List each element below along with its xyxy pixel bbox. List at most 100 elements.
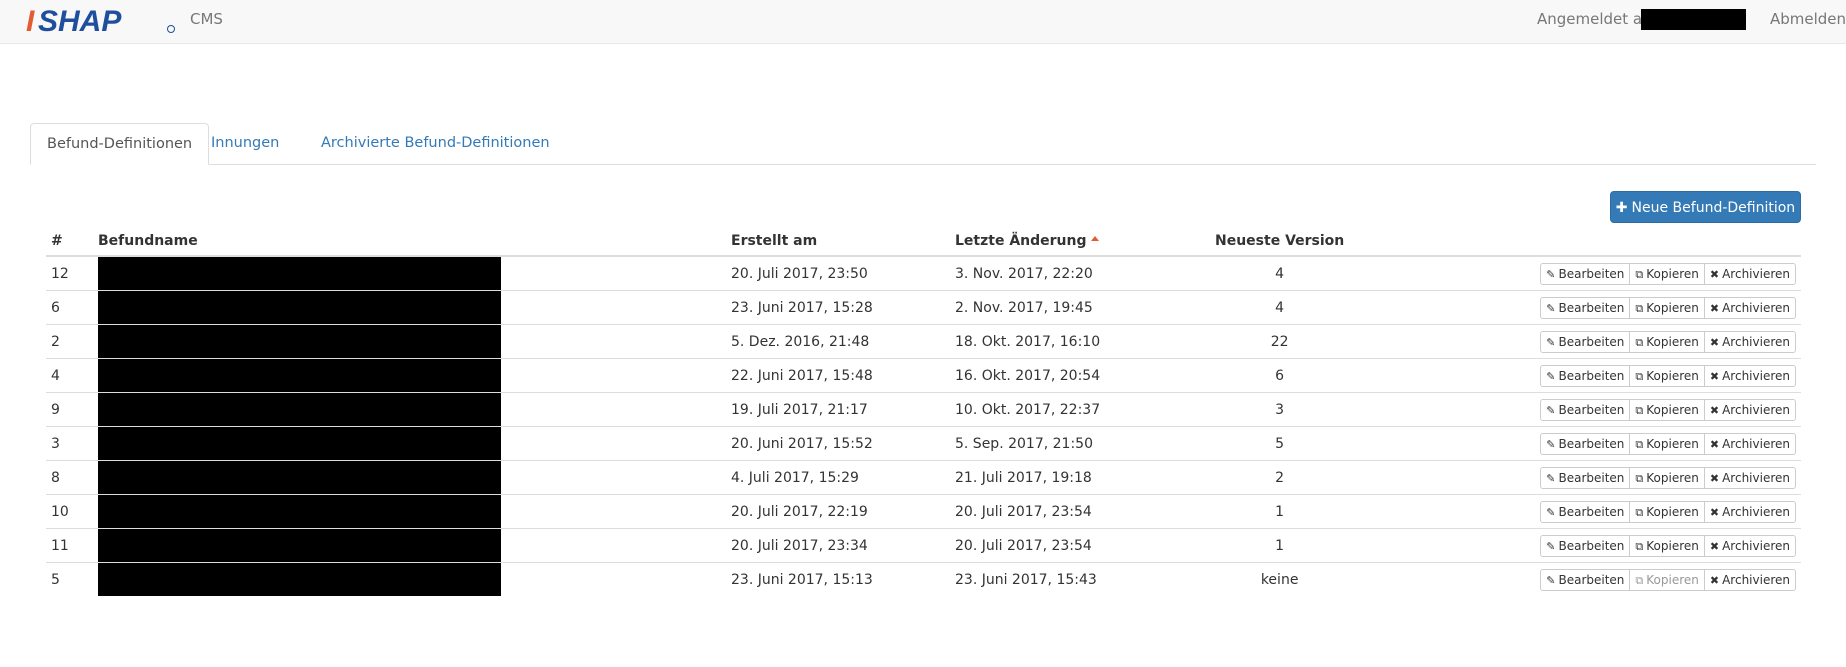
row-created: 5. Dez. 2016, 21:48 <box>726 324 950 359</box>
logout-link[interactable]: Abmelden <box>1770 10 1846 28</box>
edit-icon: ✎ <box>1546 573 1556 587</box>
row-num: 11 <box>46 528 93 563</box>
row-version: 1 <box>1210 494 1350 529</box>
archive-label: Archivieren <box>1722 504 1790 519</box>
row-changed: 10. Okt. 2017, 22:37 <box>950 392 1210 427</box>
logged-in-label: Angemeldet als <box>1537 10 1655 28</box>
archive-button[interactable]: ✖ Archivieren <box>1703 398 1796 421</box>
column-header-changed[interactable]: Letzte Änderung <box>950 226 1210 257</box>
tab-bar: Befund-Definitionen Innungen Archivierte… <box>30 123 1816 165</box>
archive-button[interactable]: ✖ Archivieren <box>1703 568 1796 591</box>
copy-icon: ⧉ <box>1635 505 1644 519</box>
copy-icon: ⧉ <box>1635 335 1644 349</box>
row-actions: ✎ Bearbeiten ⧉ Kopieren ✖ Archivieren <box>1349 562 1801 596</box>
row-num: 5 <box>46 562 93 596</box>
brand-label[interactable]: CMS <box>190 10 223 28</box>
archive-button[interactable]: ✖ Archivieren <box>1703 330 1796 353</box>
edit-label: Bearbeiten <box>1558 266 1625 281</box>
copy-button[interactable]: ⧉ Kopieren <box>1629 398 1705 421</box>
archive-button[interactable]: ✖ Archivieren <box>1703 500 1796 523</box>
row-changed: 23. Juni 2017, 15:43 <box>950 562 1210 596</box>
row-action-group: ✎ Bearbeiten ⧉ Kopieren ✖ Archivieren <box>1540 296 1796 319</box>
tab-archivierte-befund-definitionen[interactable]: Archivierte Befund-Definitionen <box>305 123 566 163</box>
edit-button[interactable]: ✎ Bearbeiten <box>1540 364 1631 387</box>
copy-button[interactable]: ⧉ Kopieren <box>1629 500 1705 523</box>
column-header-version[interactable]: Neueste Version <box>1210 226 1350 257</box>
edit-label: Bearbeiten <box>1558 368 1625 383</box>
archive-button[interactable]: ✖ Archivieren <box>1703 534 1796 557</box>
row-version: 6 <box>1210 358 1350 393</box>
table-header-row: # Befundname Erstellt am Letzte Änderung… <box>46 226 1801 257</box>
row-version: 3 <box>1210 392 1350 427</box>
column-header-num[interactable]: # <box>46 226 93 257</box>
row-name-redacted <box>93 256 726 291</box>
row-changed: 5. Sep. 2017, 21:50 <box>950 426 1210 461</box>
table-row: 3 20. Juni 2017, 15:52 5. Sep. 2017, 21:50… <box>46 426 1801 461</box>
copy-icon: ⧉ <box>1635 437 1644 451</box>
copy-button[interactable]: ⧉ Kopieren <box>1629 534 1705 557</box>
edit-icon: ✎ <box>1546 369 1556 383</box>
copy-button[interactable]: ⧉ Kopieren <box>1629 466 1705 489</box>
copy-button[interactable]: ⧉ Kopieren <box>1629 330 1705 353</box>
tab-innungen[interactable]: Innungen <box>195 123 295 163</box>
row-actions: ✎ Bearbeiten ⧉ Kopieren ✖ Archivieren <box>1349 256 1801 291</box>
redacted-befundname <box>98 291 501 324</box>
archive-label: Archivieren <box>1722 368 1790 383</box>
row-num: 3 <box>46 426 93 461</box>
row-action-group: ✎ Bearbeiten ⧉ Kopieren ✖ Archivieren <box>1540 398 1796 421</box>
copy-icon: ⧉ <box>1635 301 1644 315</box>
row-changed: 3. Nov. 2017, 22:20 <box>955 265 1093 282</box>
close-icon: ✖ <box>1709 267 1720 281</box>
row-num: 4 <box>46 358 93 393</box>
tab-befund-definitionen[interactable]: Befund-Definitionen <box>30 123 210 165</box>
copy-icon: ⧉ <box>1635 539 1644 553</box>
copy-button[interactable]: ⧉ Kopieren <box>1629 364 1705 387</box>
table-row: 9 19. Juli 2017, 21:17 10. Okt. 2017, 22:3… <box>46 392 1801 427</box>
column-header-name[interactable]: Befundname <box>93 226 726 257</box>
row-action-group: ✎ Bearbeiten ⧉ Kopieren ✖ Archivieren <box>1540 364 1796 387</box>
row-created: 20. Juni 2017, 15:52 <box>726 426 950 461</box>
edit-button[interactable]: ✎ Bearbeiten <box>1540 432 1631 455</box>
edit-button[interactable]: ✎ Bearbeiten <box>1540 534 1631 557</box>
row-actions: ✎ Bearbeiten ⧉ Kopieren ✖ Archivieren <box>1349 324 1801 359</box>
copy-label: Kopieren <box>1646 266 1699 281</box>
row-action-group: ✎ Bearbeiten ⧉ Kopieren ✖ Archivieren <box>1540 432 1796 455</box>
new-befund-definition-button[interactable]: ✚ Neue Befund-Definition <box>1610 191 1801 223</box>
archive-button[interactable]: ✖ Archivieren <box>1703 296 1796 319</box>
top-navbar: I SHAP CMS Angemeldet als Abmelden <box>0 0 1846 44</box>
edit-button[interactable]: ✎ Bearbeiten <box>1540 466 1631 489</box>
edit-button[interactable]: ✎ Bearbeiten <box>1540 296 1631 319</box>
edit-button[interactable]: ✎ Bearbeiten <box>1540 500 1631 523</box>
redacted-befundname <box>98 393 501 426</box>
archive-label: Archivieren <box>1722 470 1790 485</box>
archive-button[interactable]: ✖ Archivieren <box>1703 432 1796 455</box>
archive-button[interactable]: ✖ Archivieren <box>1703 262 1796 285</box>
edit-button[interactable]: ✎ Bearbeiten <box>1540 330 1631 353</box>
archive-button[interactable]: ✖ Archivieren <box>1703 466 1796 489</box>
edit-icon: ✎ <box>1546 301 1556 315</box>
archive-label: Archivieren <box>1722 300 1790 315</box>
ishap-logo[interactable]: I SHAP <box>26 4 176 36</box>
archive-button[interactable]: ✖ Archivieren <box>1703 364 1796 387</box>
table-row: 8 4. Juli 2017, 15:29 21. Juli 2017, 19:18… <box>46 460 1801 495</box>
edit-icon: ✎ <box>1546 335 1556 349</box>
edit-button[interactable]: ✎ Bearbeiten <box>1540 262 1631 285</box>
edit-button[interactable]: ✎ Bearbeiten <box>1540 398 1631 421</box>
copy-label: Kopieren <box>1646 538 1699 553</box>
row-actions: ✎ Bearbeiten ⧉ Kopieren ✖ Archivieren <box>1349 528 1801 563</box>
row-created: 20. Juli 2017, 23:50 <box>731 265 868 282</box>
copy-button[interactable]: ⧉ Kopieren <box>1629 296 1705 319</box>
row-version: 4 <box>1275 265 1285 282</box>
row-actions: ✎ Bearbeiten ⧉ Kopieren ✖ Archivieren <box>1349 426 1801 461</box>
redacted-befundname <box>98 529 501 562</box>
edit-button[interactable]: ✎ Bearbeiten <box>1540 568 1631 591</box>
column-header-changed-label: Letzte Änderung <box>955 232 1087 249</box>
copy-button[interactable]: ⧉ Kopieren <box>1629 262 1705 285</box>
copy-button[interactable]: ⧉ Kopieren <box>1629 432 1705 455</box>
table-row: 11 20. Juli 2017, 23:34 20. Juli 2017, 23:… <box>46 528 1801 563</box>
column-header-created[interactable]: Erstellt am <box>726 226 950 257</box>
copy-label: Kopieren <box>1646 436 1699 451</box>
edit-icon: ✎ <box>1546 403 1556 417</box>
row-num: 12 <box>51 265 69 282</box>
row-name-redacted <box>93 358 726 393</box>
